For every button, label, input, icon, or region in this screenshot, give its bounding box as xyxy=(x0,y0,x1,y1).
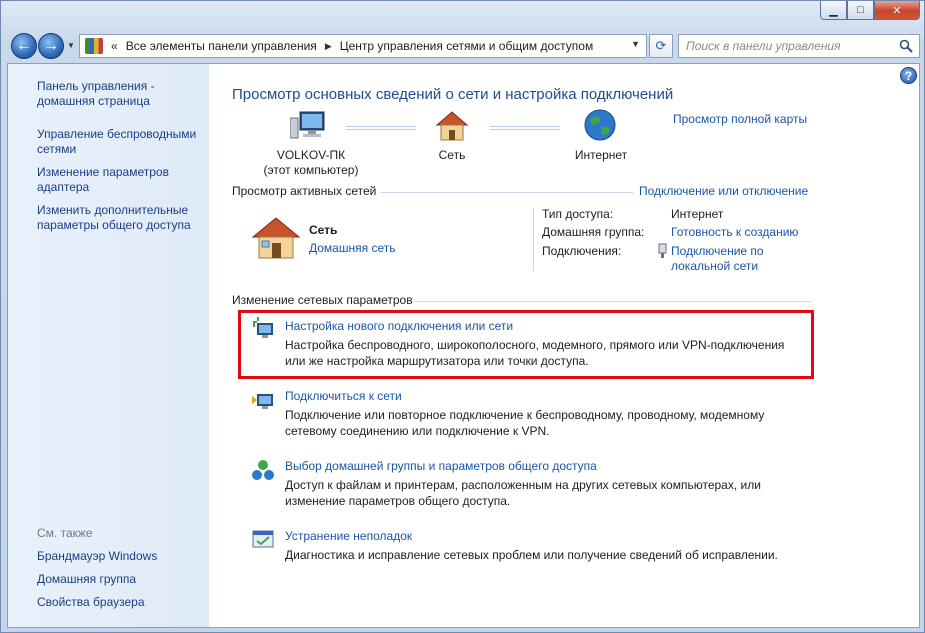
back-arrow-icon: ← xyxy=(16,37,32,54)
search-input[interactable]: Поиск в панели управления xyxy=(678,34,920,58)
maximize-button[interactable]: □ xyxy=(847,1,874,20)
change-settings-label: Изменение сетевых параметров xyxy=(232,293,413,307)
computer-icon[interactable] xyxy=(290,110,326,142)
see-also-homegroup[interactable]: Домашняя группа xyxy=(37,572,136,587)
sidebar-item-label: Панель управления - xyxy=(37,79,155,93)
forward-arrow-icon: → xyxy=(43,37,59,54)
sidebar-item-manage-wireless[interactable]: Управление беспроводными сетями xyxy=(37,127,196,157)
local-connection-link[interactable]: Подключение по локальной сети xyxy=(671,244,764,274)
refresh-icon: ⟳ xyxy=(655,38,667,53)
sidebar-item-control-panel-home[interactable]: Панель управления - домашняя страница xyxy=(37,79,155,109)
sidebar-item-label: домашняя страница xyxy=(37,94,150,108)
sidebar-item-label: адаптера xyxy=(37,180,90,194)
sidebar-item-adapter-settings[interactable]: Изменение параметров адаптера xyxy=(37,165,169,195)
forward-button[interactable]: → xyxy=(38,33,64,59)
map-connector-line xyxy=(490,126,560,130)
main-panel: Просмотр основных сведений о сети и наст… xyxy=(209,64,919,627)
connection-label: Подключение по xyxy=(671,244,764,258)
connection-label: локальной сети xyxy=(671,259,759,273)
sidebar-item-label: Управление беспроводными xyxy=(37,127,197,141)
see-also-label: См. также xyxy=(37,526,93,540)
task-homegroup-sharing-desc: Доступ к файлам и принтерам, расположенн… xyxy=(285,477,815,509)
full-map-link[interactable]: Просмотр полной карты xyxy=(673,112,807,126)
info-divider xyxy=(533,208,534,271)
section-divider xyxy=(415,301,811,302)
internet-globe-icon[interactable] xyxy=(583,108,617,142)
connect-disconnect-link[interactable]: Подключение или отключение xyxy=(639,184,808,198)
sidebar-item-advanced-sharing[interactable]: Изменить дополнительные параметры общего… xyxy=(37,203,191,233)
task-desc-line: Доступ к файлам и принтерам, расположенн… xyxy=(285,478,761,492)
address-overflow[interactable]: « xyxy=(111,39,118,53)
search-placeholder: Поиск в панели управления xyxy=(686,39,841,53)
homegroup-label: Домашняя группа: xyxy=(542,225,645,239)
active-network-name: Сеть xyxy=(309,223,338,237)
access-type-label: Тип доступа: xyxy=(542,207,614,221)
connections-label: Подключения: xyxy=(542,244,622,258)
access-type-value: Интернет xyxy=(671,207,724,221)
sidebar-item-label: сетями xyxy=(37,142,77,156)
map-connector-line xyxy=(346,126,416,130)
map-computer-label: VOLKOV-ПК (этот компьютер) xyxy=(261,148,361,178)
task-homegroup-sharing[interactable]: Выбор домашней группы и параметров общег… xyxy=(285,459,597,473)
task-desc-line: сетевому соединению или подключение к VP… xyxy=(285,424,550,438)
see-also-internet-options[interactable]: Свойства браузера xyxy=(37,595,145,610)
page-title: Просмотр основных сведений о сети и наст… xyxy=(232,86,674,103)
troubleshoot-icon xyxy=(252,530,274,548)
minimize-button[interactable]: ▁ xyxy=(820,1,847,20)
homegroup-sharing-icon xyxy=(252,460,274,480)
content-area: Панель управления - домашняя страница Уп… xyxy=(7,63,920,628)
active-networks-label: Просмотр активных сетей xyxy=(232,184,377,198)
sidebar: Панель управления - домашняя страница Уп… xyxy=(8,64,209,627)
highlight-box xyxy=(238,310,814,379)
breadcrumb-all-items[interactable]: Все элементы панели управления xyxy=(126,39,317,53)
address-dropdown-icon[interactable]: ▼ xyxy=(631,39,640,49)
sidebar-item-label: Изменить дополнительные xyxy=(37,203,189,217)
close-button[interactable]: ✕ xyxy=(874,1,920,20)
computer-subtitle: (этот компьютер) xyxy=(263,163,359,177)
home-network-icon xyxy=(251,217,301,259)
home-network-link[interactable]: Домашняя сеть xyxy=(309,241,395,255)
control-panel-icon xyxy=(85,38,103,54)
homegroup-link[interactable]: Готовность к созданию xyxy=(671,225,798,239)
navigation-bar: ← → ▼ « Все элементы панели управления ▶… xyxy=(7,31,920,61)
task-connect-to-network[interactable]: Подключиться к сети xyxy=(285,389,402,403)
network-house-icon[interactable] xyxy=(435,110,469,142)
recent-pages-dropdown-icon[interactable]: ▼ xyxy=(67,41,75,50)
ethernet-plug-icon xyxy=(658,243,667,258)
caption-buttons: ▁ □ ✕ xyxy=(820,1,920,20)
breadcrumb-network-center[interactable]: Центр управления сетями и общим доступом xyxy=(340,39,594,53)
task-connect-to-network-desc: Подключение или повторное подключение к … xyxy=(285,407,815,439)
sidebar-item-label: параметры общего доступа xyxy=(37,218,191,232)
task-desc-line: изменение параметров общего доступа. xyxy=(285,494,511,508)
map-network-label: Сеть xyxy=(438,148,466,162)
connect-to-network-icon xyxy=(252,394,273,409)
section-divider xyxy=(381,192,633,193)
task-troubleshoot-desc: Диагностика и исправление сетевых пробле… xyxy=(285,547,815,563)
task-desc-line: Диагностика и исправление сетевых пробле… xyxy=(285,548,778,562)
computer-name: VOLKOV-ПК xyxy=(276,148,346,162)
sidebar-item-label: Изменение параметров xyxy=(37,165,169,179)
see-also-firewall[interactable]: Брандмауэр Windows xyxy=(37,549,157,564)
address-bar[interactable]: « Все элементы панели управления ▶ Центр… xyxy=(79,34,647,58)
task-troubleshoot[interactable]: Устранение неполадок xyxy=(285,529,412,543)
breadcrumb-chevron-icon[interactable]: ▶ xyxy=(325,41,332,52)
window-frame: ▁ □ ✕ ← → ▼ « Все элементы панели управл… xyxy=(0,0,925,633)
back-button[interactable]: ← xyxy=(11,33,37,59)
map-internet-label: Интернет xyxy=(574,148,628,162)
search-icon[interactable] xyxy=(899,39,913,53)
refresh-button[interactable]: ⟳ xyxy=(649,34,673,58)
task-desc-line: Подключение или повторное подключение к … xyxy=(285,408,765,422)
